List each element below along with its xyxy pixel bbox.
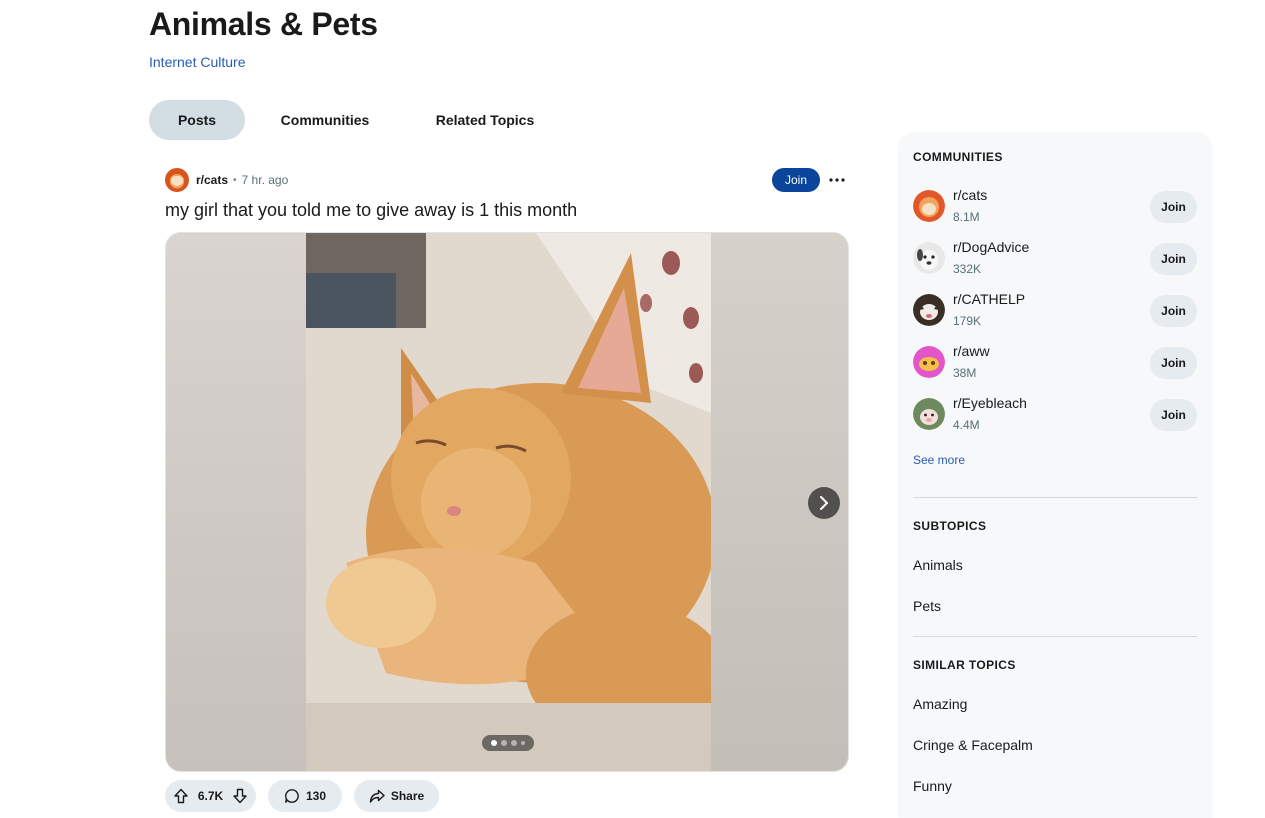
comment-icon xyxy=(285,789,299,803)
community-name: r/Eyebleach xyxy=(953,395,1027,411)
kitten-photo[interactable] xyxy=(306,233,711,771)
vote-count: 6.7K xyxy=(197,789,224,803)
community-join-button[interactable]: Join xyxy=(1150,399,1197,431)
tab-posts[interactable]: Posts xyxy=(149,100,245,140)
community-item[interactable]: r/aww 38M Join xyxy=(913,342,1197,382)
vote-bar: 6.7K xyxy=(165,780,256,812)
share-icon xyxy=(369,789,385,803)
community-item[interactable]: r/DogAdvice 332K Join xyxy=(913,238,1197,278)
community-join-button[interactable]: Join xyxy=(1150,243,1197,275)
pager-dot[interactable] xyxy=(511,740,517,746)
community-members: 4.4M xyxy=(953,418,980,432)
community-join-button[interactable]: Join xyxy=(1150,191,1197,223)
upvote-icon[interactable] xyxy=(171,786,191,806)
post-title[interactable]: my girl that you told me to give away is… xyxy=(165,200,577,221)
post-join-button[interactable]: Join xyxy=(772,168,820,192)
community-item[interactable]: r/CATHELP 179K Join xyxy=(913,290,1197,330)
media-blur-left xyxy=(166,233,306,771)
community-name: r/cats xyxy=(953,187,988,203)
page-title: Animals & Pets xyxy=(149,6,378,42)
community-name: r/CATHELP xyxy=(953,291,1026,307)
community-avatar xyxy=(913,346,945,378)
tab-communities[interactable]: Communities xyxy=(245,100,405,140)
see-more-link[interactable]: See more xyxy=(913,453,965,467)
right-sidebar: COMMUNITIES r/cats 8.1M Join r/DogAdvice… xyxy=(898,132,1213,818)
similar-topic-link[interactable]: Funny xyxy=(913,778,952,794)
subreddit-avatar[interactable] xyxy=(165,168,189,192)
more-options-icon[interactable] xyxy=(825,168,849,192)
community-join-button[interactable]: Join xyxy=(1150,295,1197,327)
similar-topic-link[interactable]: Cringe & Facepalm xyxy=(913,737,1033,753)
post-meta-separator: • xyxy=(233,174,237,186)
pager-dot[interactable] xyxy=(501,740,507,746)
subtopic-link[interactable]: Animals xyxy=(913,557,963,573)
communities-heading: COMMUNITIES xyxy=(913,150,1003,164)
community-join-button[interactable]: Join xyxy=(1150,347,1197,379)
community-item[interactable]: r/cats 8.1M Join xyxy=(913,186,1197,226)
comments-button[interactable]: 130 xyxy=(268,780,342,812)
community-avatar xyxy=(913,242,945,274)
chevron-right-icon xyxy=(820,496,828,510)
pager-dot-active[interactable] xyxy=(491,740,497,746)
share-label: Share xyxy=(390,789,425,803)
carousel-pager xyxy=(482,735,534,751)
post-subreddit[interactable]: r/cats xyxy=(196,173,228,187)
post-header: r/cats • 7 hr. ago Join xyxy=(165,168,849,192)
community-name: r/DogAdvice xyxy=(953,239,1030,255)
downvote-icon[interactable] xyxy=(230,786,250,806)
similar-topic-link[interactable]: Amazing xyxy=(913,696,967,712)
topic-tabs: Posts Communities Related Topics xyxy=(149,100,565,140)
community-item[interactable]: r/Eyebleach 4.4M Join xyxy=(913,394,1197,434)
share-button[interactable]: Share xyxy=(354,780,439,812)
tab-related-topics[interactable]: Related Topics xyxy=(405,100,565,140)
community-avatar xyxy=(913,294,945,326)
breadcrumb[interactable]: Internet Culture xyxy=(149,54,246,70)
community-avatar xyxy=(913,398,945,430)
subtopic-link[interactable]: Pets xyxy=(913,598,941,614)
community-avatar xyxy=(913,190,945,222)
community-members: 38M xyxy=(953,366,977,380)
subtopics-heading: SUBTOPICS xyxy=(913,519,987,533)
post-media-carousel[interactable] xyxy=(165,232,849,772)
divider xyxy=(913,636,1197,637)
community-members: 179K xyxy=(953,314,982,328)
similar-topics-heading: SIMILAR TOPICS xyxy=(913,658,1016,672)
community-members: 8.1M xyxy=(953,210,980,224)
community-name: r/aww xyxy=(953,343,990,359)
pager-dot[interactable] xyxy=(521,741,525,745)
comment-count: 130 xyxy=(305,789,327,803)
community-members: 332K xyxy=(953,262,982,276)
post-actions: 6.7K 130 Share xyxy=(165,780,439,812)
post-time: 7 hr. ago xyxy=(241,173,289,187)
divider xyxy=(913,497,1197,498)
carousel-next-button[interactable] xyxy=(808,487,840,519)
